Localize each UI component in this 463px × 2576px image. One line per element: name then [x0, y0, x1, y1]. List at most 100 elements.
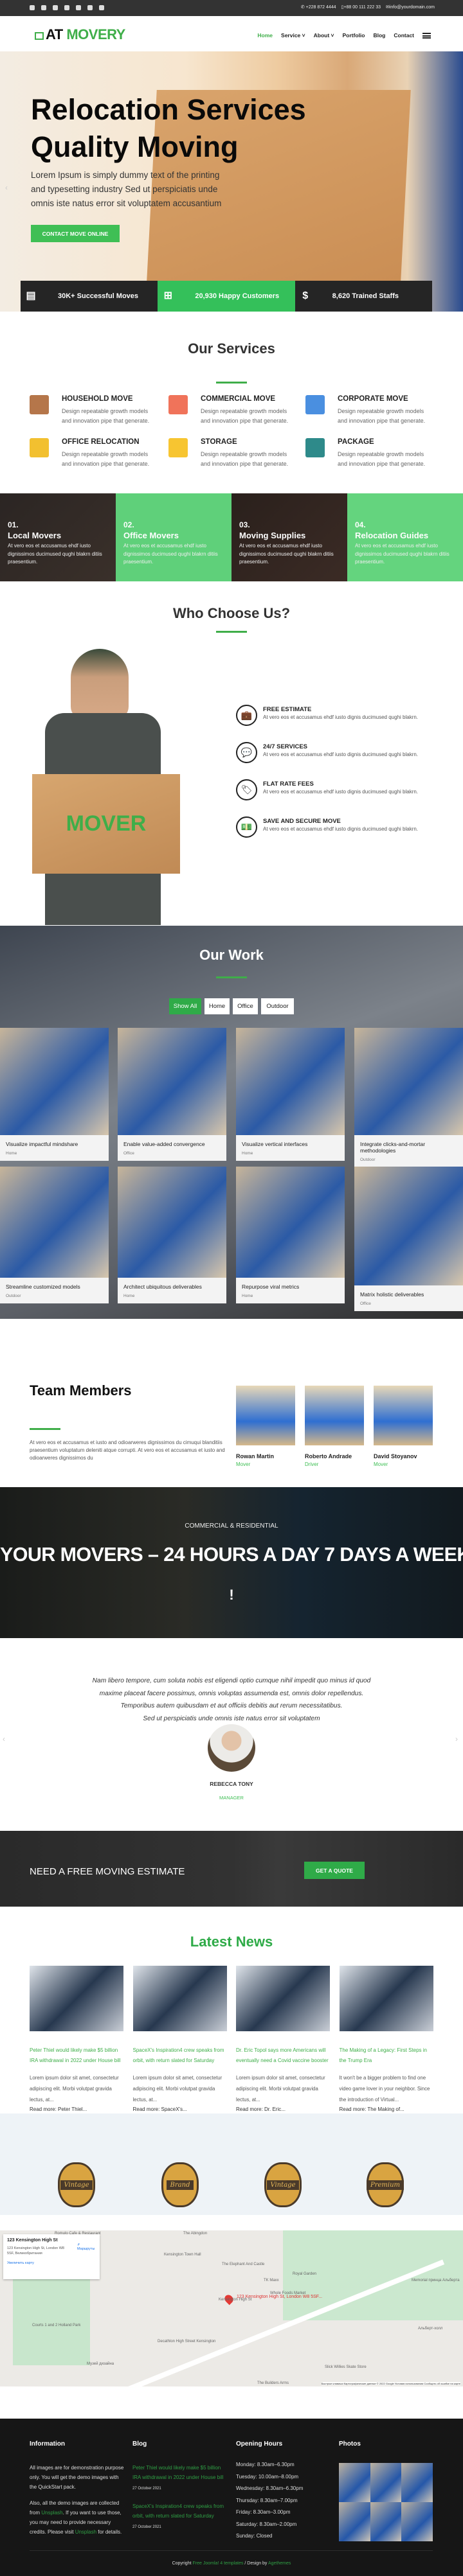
copyright-text: Copyright: [172, 2561, 193, 2566]
filter-outdoor[interactable]: Outdoor: [261, 998, 294, 1014]
map-label: The Builders Arms: [257, 2381, 289, 2385]
team-member[interactable]: David Stoyanov Mover: [374, 1386, 433, 1467]
banner-number: 04.: [355, 520, 366, 529]
portfolio-category: Office: [123, 1151, 134, 1156]
portfolio-title: Repurpose viral metrics: [242, 1284, 300, 1290]
portfolio-card[interactable]: Visualize vertical interfaces Home: [236, 1028, 345, 1161]
portfolio-card[interactable]: Integrate clicks-and-mortar methodologie…: [354, 1028, 463, 1167]
portfolio-card[interactable]: Matrix holistic deliverables Office: [354, 1167, 463, 1311]
read-more-link[interactable]: Read more: The Making of...: [340, 2106, 433, 2112]
hamburger-menu-icon[interactable]: [422, 32, 431, 39]
map-label: Memorial принца Альберта: [412, 2279, 460, 2282]
read-more-link[interactable]: Read more: Peter Thiel...: [30, 2106, 123, 2112]
service-banner[interactable]: 03. Moving Supplies At vero eos et accus…: [232, 493, 347, 581]
twitter-icon[interactable]: [41, 5, 46, 10]
news-image[interactable]: [236, 1966, 330, 2031]
news-title-link[interactable]: Peter Thiel would likely make $5 billion…: [30, 2045, 123, 2066]
news-title: Latest News: [190, 1934, 273, 1950]
filter-show-all[interactable]: Show All: [169, 998, 201, 1014]
team-member[interactable]: Rowan Martin Mover: [236, 1386, 295, 1467]
news-title-link[interactable]: SpaceX's Inspiration4 crew speaks from o…: [133, 2045, 227, 2066]
portfolio-image: [236, 1167, 345, 1278]
service-title: COMMERCIAL MOVE: [201, 395, 276, 403]
logo-text: Vintage: [60, 2180, 93, 2190]
email-text: info@yourdomain.com: [389, 5, 435, 10]
news-excerpt: Lorem ipsum dolor sit amet, consectetur …: [132, 2075, 222, 2103]
footer-blog-link[interactable]: Peter Thiel would likely make $5 billion…: [132, 2463, 229, 2482]
filter-office[interactable]: Office: [233, 998, 258, 1014]
footer: Information All images are for demonstra…: [0, 2419, 463, 2576]
portfolio-title: Matrix holistic deliverables: [360, 1291, 424, 1298]
slider-prev-icon[interactable]: ‹: [5, 183, 8, 192]
team-member[interactable]: Roberto Andrade Driver: [305, 1386, 364, 1467]
service-text: Design repeatable growth models and inno…: [338, 408, 426, 424]
map-place: 123 Kensington High St: [7, 2238, 58, 2243]
read-more-link[interactable]: Read more: SpaceX's...: [133, 2106, 227, 2112]
gallery-photo[interactable]: [370, 2502, 402, 2541]
main-nav: AT MOVERY Home Service ˅ About ˅ Portfol…: [0, 16, 463, 51]
portfolio-card[interactable]: Enable value-added convergence Office: [118, 1028, 226, 1161]
map-label: Royal Garden: [293, 2272, 317, 2276]
news-image[interactable]: [30, 1966, 123, 2031]
map-directions[interactable]: ↱ Маршруты: [77, 2243, 95, 2251]
get-a-quote-button[interactable]: GET A QUOTE: [304, 1862, 365, 1879]
gallery-photo[interactable]: [370, 2463, 402, 2502]
gallery-photo[interactable]: [339, 2502, 370, 2541]
mobile[interactable]: ▯+88 00 111 222 33: [341, 4, 381, 10]
logo[interactable]: AT MOVERY: [35, 26, 125, 43]
service-banner[interactable]: 04. Relocation Guides At vero eos et acc…: [347, 493, 463, 581]
news-title-link[interactable]: Dr. Eric Topol says more Americans will …: [236, 2045, 330, 2066]
unsplash-link[interactable]: Unsplash: [41, 2510, 62, 2516]
contact-move-online-button[interactable]: CONTACT MOVE ONLINE: [31, 225, 120, 242]
facebook-icon[interactable]: [30, 5, 35, 10]
opening-hours-line: Saturday: 8.30am–2.00pm: [236, 2521, 297, 2527]
portfolio-card[interactable]: Visualize impactful mindshare Home: [0, 1028, 109, 1161]
map-directions-label: Маршруты: [77, 2247, 95, 2251]
nav-blog[interactable]: Blog: [373, 32, 385, 39]
testimonial-prev-icon[interactable]: ‹: [3, 1734, 5, 1743]
testimonial-next-icon[interactable]: ›: [455, 1734, 458, 1743]
portfolio-card[interactable]: Repurpose viral metrics Home: [236, 1167, 345, 1303]
flickr-icon[interactable]: [99, 5, 104, 10]
read-more-link[interactable]: Read more: Dr. Eric...: [236, 2106, 330, 2112]
email[interactable]: ✉info@yourdomain.com: [386, 4, 435, 10]
filter-home[interactable]: Home: [204, 998, 230, 1014]
youtube-icon[interactable]: [64, 5, 69, 10]
portfolio-title: Streamline customized models: [6, 1284, 80, 1290]
service-banner[interactable]: 02. Office Movers At vero eos et accusam…: [116, 493, 232, 581]
portfolio-card[interactable]: Architect ubiquitous deliverables Home: [118, 1167, 226, 1303]
news-image[interactable]: [132, 1966, 227, 2031]
footer-blog-link[interactable]: SpaceX's Inspiration4 crew speaks from o…: [132, 2501, 229, 2521]
nav-home[interactable]: Home: [257, 32, 273, 39]
member-role: Driver: [305, 1461, 319, 1467]
storage-box-icon: [168, 438, 188, 457]
agethemes-link[interactable]: Agethemes: [268, 2561, 291, 2566]
gallery-photo[interactable]: [339, 2463, 370, 2502]
member-name: David Stoyanov: [374, 1453, 417, 1460]
info-text: All images are for demonstration purpose…: [30, 2465, 124, 2490]
team-title: Team Members: [30, 1382, 132, 1398]
service-banner[interactable]: 01. Local Movers At vero eos et accusamu…: [0, 493, 116, 581]
instagram-icon[interactable]: [87, 5, 93, 10]
unsplash-link[interactable]: Unsplash: [75, 2529, 96, 2535]
pinterest-icon[interactable]: [53, 5, 58, 10]
linkedin-icon[interactable]: [76, 5, 81, 10]
nav-about[interactable]: About ˅: [314, 32, 334, 39]
nav-contact[interactable]: Contact: [394, 32, 414, 39]
news-image[interactable]: [339, 1966, 433, 2031]
hero-title-line2: Quality Moving: [31, 130, 239, 163]
portfolio-card[interactable]: Streamline customized models Outdoor: [0, 1167, 109, 1303]
news-title-link[interactable]: The Making of a Legacy: First Steps in t…: [340, 2045, 433, 2066]
google-map[interactable]: 123 Kensington High St, London W8 5SF...…: [0, 2230, 463, 2386]
joomla-templates-link[interactable]: Free Joomla! 4 templates: [192, 2561, 243, 2566]
photo-gallery: [339, 2463, 433, 2541]
gallery-photo[interactable]: [401, 2463, 433, 2502]
phone[interactable]: ✆ +228 872 4444: [301, 4, 336, 10]
nav-service[interactable]: Service ˅: [281, 32, 305, 39]
quote-line: Sed ut perspiciatis unde omnis iste natu…: [143, 1715, 320, 1722]
portfolio-caption: Enable value-added convergence Office: [118, 1135, 226, 1161]
map-enlarge-link[interactable]: Увеличить карту: [7, 2261, 96, 2265]
box-icon: [30, 438, 49, 457]
nav-portfolio[interactable]: Portfolio: [343, 32, 365, 39]
gallery-photo[interactable]: [401, 2502, 433, 2541]
